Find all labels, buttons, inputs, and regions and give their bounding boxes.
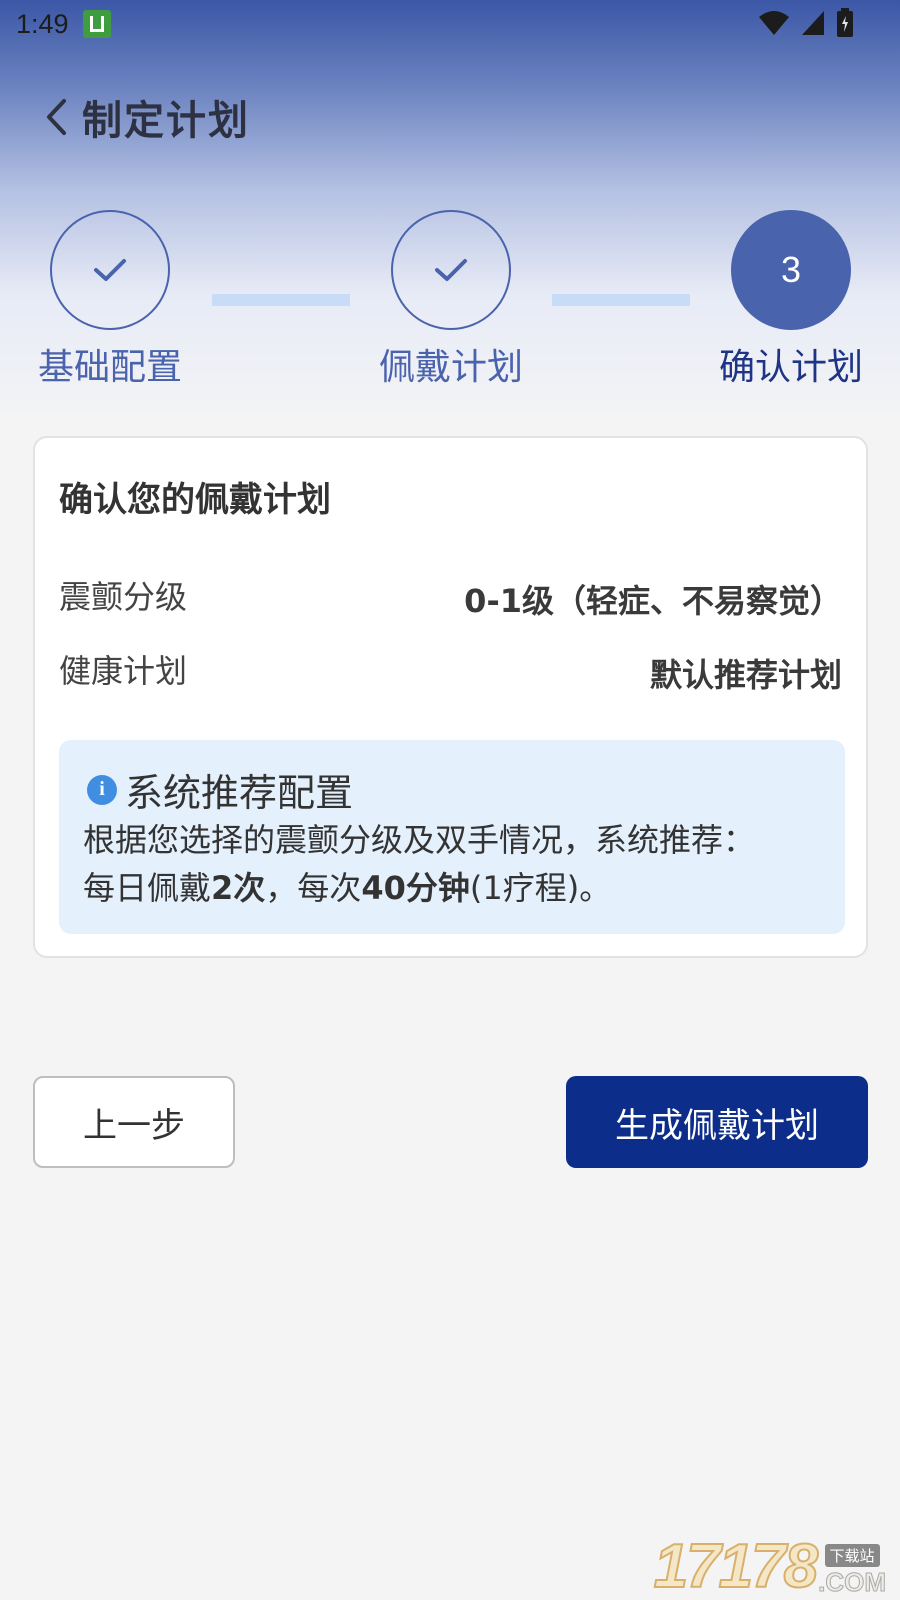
recommendation-line-1: 根据您选择的震颤分级及双手情况，系统推荐： (83, 821, 756, 859)
check-icon (435, 259, 467, 281)
step-connector (212, 294, 350, 306)
status-time: 1:49 (16, 8, 69, 39)
watermark-logo: 17178 下载站 .COM (653, 1532, 887, 1600)
card-title: 确认您的佩戴计划 (59, 480, 331, 520)
app-notification-icon (82, 10, 111, 38)
text-segment: ，每次 (265, 869, 362, 907)
confirm-plan-card: 确认您的佩戴计划 震颤分级 0-1级（轻症、不易察觉） 健康计划 默认推荐计划 … (33, 436, 868, 958)
recommendation-box: i 系统推荐配置 根据您选择的震颤分级及双手情况，系统推荐： 每日佩戴2次，每次… (59, 740, 845, 934)
previous-step-button[interactable]: 上一步 (33, 1076, 235, 1168)
health-plan-label: 健康计划 (59, 652, 188, 690)
check-icon (94, 259, 126, 281)
recommendation-title: 系统推荐配置 (125, 771, 354, 815)
step-circle (391, 210, 511, 330)
health-plan-value: 默认推荐计划 (649, 656, 842, 694)
duration-per-session: 40分钟 (361, 869, 470, 907)
step-wear-plan: 佩戴计划 (351, 210, 551, 390)
watermark-tag: 下载站 (824, 1544, 880, 1567)
status-bar: 1:49 (0, 0, 900, 48)
info-icon: i (87, 774, 117, 805)
back-arrow-icon[interactable] (38, 92, 74, 142)
generate-plan-button[interactable]: 生成佩戴计划 (566, 1076, 868, 1168)
tremor-grade-value: 0-1级（轻症、不易察觉） (464, 582, 842, 620)
step-connector (552, 294, 690, 306)
recommendation-header: i 系统推荐配置 (87, 762, 353, 817)
status-icons (758, 8, 854, 38)
signal-icon (802, 11, 824, 35)
step-label: 基础配置 (37, 347, 182, 388)
times-per-day: 2次 (211, 869, 266, 907)
step-label: 佩戴计划 (378, 347, 523, 388)
step-circle-active: 3 (731, 210, 851, 330)
tremor-grade-label: 震颤分级 (59, 578, 188, 616)
recommendation-text: 根据您选择的震颤分级及双手情况，系统推荐： 每日佩戴2次，每次40分钟(1疗程)… (83, 816, 833, 912)
wifi-icon (759, 11, 789, 35)
watermark-side: 下载站 .COM (818, 1544, 886, 1598)
step-basic-config: 基础配置 (10, 210, 210, 390)
text-segment: 每日佩戴 (83, 869, 212, 907)
text-segment: (1疗程)。 (469, 869, 612, 907)
step-circle (50, 210, 170, 330)
step-label: 确认计划 (718, 347, 863, 388)
watermark-digits: 17178 (653, 1532, 819, 1600)
battery-icon (837, 8, 853, 37)
nav-bar: 制定计划 (38, 88, 250, 146)
recommendation-line-2: 每日佩戴2次，每次40分钟(1疗程)。 (83, 864, 833, 912)
page-title: 制定计划 (82, 98, 250, 144)
step-number: 3 (780, 249, 802, 290)
step-confirm-plan: 3 确认计划 (691, 210, 891, 390)
watermark-com: .COM (818, 1567, 887, 1598)
stepper: 基础配置 佩戴计划 3 确认计划 (0, 210, 900, 390)
